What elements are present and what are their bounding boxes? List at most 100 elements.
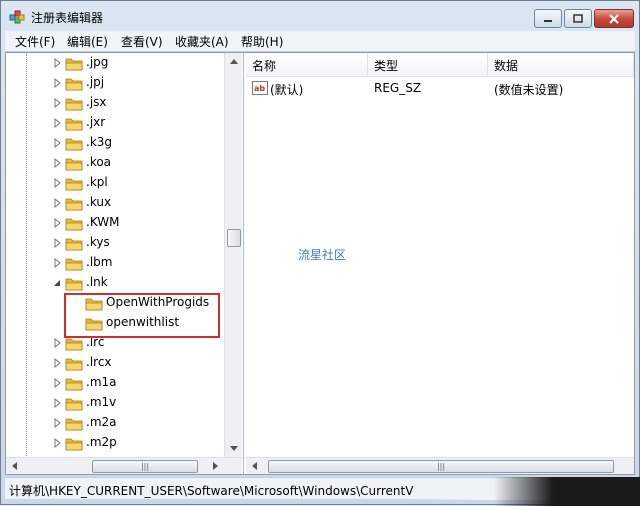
- window-title: 注册表编辑器: [31, 11, 104, 25]
- tree-item[interactable]: .m1v: [6, 393, 226, 413]
- tree-item[interactable]: .kux: [6, 193, 226, 213]
- collapsed-triangle-icon[interactable]: [53, 198, 61, 208]
- collapsed-triangle-icon[interactable]: [53, 98, 61, 108]
- string-value-icon-text: ab: [254, 84, 265, 93]
- collapsed-triangle-icon[interactable]: [53, 178, 61, 188]
- maximize-button[interactable]: [564, 9, 592, 28]
- tree-item-label: .jpj: [86, 75, 105, 89]
- tree-item[interactable]: .koa: [6, 153, 226, 173]
- collapsed-triangle-icon[interactable]: [53, 418, 61, 428]
- tree-item-label: .m2a: [86, 415, 117, 429]
- tree-item[interactable]: .jpg: [6, 53, 226, 73]
- folder-icon: [65, 278, 83, 291]
- tree-item[interactable]: .jxr: [6, 113, 226, 133]
- tree-item-label: .kys: [86, 235, 110, 249]
- folder-icon: [65, 378, 83, 391]
- collapsed-triangle-icon[interactable]: [53, 438, 61, 448]
- folder-icon: [65, 438, 83, 451]
- folder-icon: [65, 398, 83, 411]
- folder-icon: [65, 58, 83, 71]
- tree-item-label: .kux: [86, 195, 112, 209]
- collapsed-triangle-icon[interactable]: [53, 258, 61, 268]
- tree-item[interactable]: .jpj: [6, 73, 226, 93]
- tree-item-label: .jsx: [86, 95, 107, 109]
- menu-edit[interactable]: 编辑(E): [67, 33, 108, 50]
- close-icon: [609, 13, 619, 24]
- column-header-name[interactable]: 名称: [246, 53, 368, 77]
- collapsed-triangle-icon[interactable]: [53, 158, 61, 168]
- tree-item-label: .jpg: [86, 55, 109, 69]
- list-hscroll-thumb[interactable]: |||: [268, 460, 614, 473]
- folder-icon: [65, 138, 83, 151]
- collapsed-triangle-icon[interactable]: [53, 358, 61, 368]
- list-scroll-left-icon[interactable]: [252, 462, 257, 470]
- folder-icon: [65, 218, 83, 231]
- tree-item[interactable]: .jsx: [6, 93, 226, 113]
- scroll-up-icon[interactable]: [230, 59, 238, 64]
- main-content: .jpg .jpj .jsx .jxr .k3g .koa .kpl .kux .KWM .kys…: [5, 52, 635, 475]
- tree-item-label: .koa: [86, 155, 112, 169]
- tree-item[interactable]: .lnk: [6, 273, 226, 293]
- menu-help[interactable]: 帮助(H): [241, 33, 283, 50]
- collapsed-triangle-icon[interactable]: [53, 378, 61, 388]
- tree-item[interactable]: .m2p: [6, 433, 226, 453]
- status-path: 计算机\HKEY_CURRENT_USER\Software\Microsoft…: [9, 484, 414, 498]
- tree-vertical-scrollbar[interactable]: [224, 53, 242, 457]
- value-row-default[interactable]: ab (默认) REG_SZ (数值未设置): [246, 78, 634, 98]
- scroll-down-icon[interactable]: [230, 446, 238, 451]
- column-header-data[interactable]: 数据: [488, 53, 634, 77]
- minimize-icon: [544, 19, 552, 22]
- tree-item[interactable]: .lbm: [6, 253, 226, 273]
- tree-item[interactable]: .kpl: [6, 173, 226, 193]
- scroll-left-icon[interactable]: [12, 462, 17, 470]
- collapsed-triangle-icon[interactable]: [53, 238, 61, 248]
- close-button[interactable]: [594, 9, 634, 28]
- folder-icon: [65, 178, 83, 191]
- tree-item[interactable]: .m2a: [6, 413, 226, 433]
- value-type: REG_SZ: [374, 81, 422, 95]
- value-data: (数值未设置): [494, 83, 564, 97]
- folder-icon: [65, 158, 83, 171]
- registry-editor-window: 注册表编辑器 文件(F) 编辑(E) 查看(V) 收藏夹(A) 帮助(H) .j…: [0, 0, 640, 506]
- dark-corner-overlay: [494, 477, 640, 506]
- menu-view[interactable]: 查看(V): [121, 33, 163, 50]
- registry-editor-app-icon: [9, 10, 25, 24]
- tree-vscroll-thumb[interactable]: [227, 229, 241, 247]
- folder-icon: [65, 118, 83, 131]
- tree-item[interactable]: .lrcx: [6, 353, 226, 373]
- tree-item-label: .m1a: [86, 375, 117, 389]
- tree-item-label: .m1v: [86, 395, 117, 409]
- collapsed-triangle-icon[interactable]: [53, 218, 61, 228]
- collapsed-triangle-icon[interactable]: [53, 398, 61, 408]
- menu-bar: 文件(F) 编辑(E) 查看(V) 收藏夹(A) 帮助(H): [5, 31, 635, 52]
- collapsed-triangle-icon[interactable]: [53, 338, 61, 348]
- column-header-type[interactable]: 类型: [368, 53, 488, 77]
- folder-icon: [65, 78, 83, 91]
- tree-horizontal-scrollbar[interactable]: |||: [6, 457, 242, 474]
- collapsed-triangle-icon[interactable]: [53, 78, 61, 88]
- tree-item-label: .jxr: [86, 115, 106, 129]
- collapsed-triangle-icon[interactable]: [53, 58, 61, 68]
- tree-hscroll-thumb[interactable]: |||: [92, 460, 198, 473]
- tree-item-label: .m2p: [86, 435, 117, 449]
- menu-file[interactable]: 文件(F): [15, 33, 55, 50]
- scroll-right-icon[interactable]: [213, 462, 218, 470]
- title-bar[interactable]: 注册表编辑器: [1, 1, 639, 31]
- tree-item[interactable]: .KWM: [6, 213, 226, 233]
- list-horizontal-scrollbar[interactable]: |||: [246, 457, 634, 474]
- tree-item[interactable]: .m1a: [6, 373, 226, 393]
- minimize-button[interactable]: [534, 9, 562, 28]
- collapsed-triangle-icon[interactable]: [53, 118, 61, 128]
- watermark-text: 流星社区: [298, 248, 347, 262]
- tree-item-label: .KWM: [86, 215, 120, 229]
- collapsed-triangle-icon[interactable]: [53, 138, 61, 148]
- expanded-triangle-icon[interactable]: [53, 278, 61, 288]
- tree-item[interactable]: .kys: [6, 233, 226, 253]
- tree-item[interactable]: .k3g: [6, 133, 226, 153]
- highlight-annotation-box: [64, 293, 220, 338]
- folder-icon: [65, 358, 83, 371]
- folder-icon: [65, 198, 83, 211]
- menu-favorites[interactable]: 收藏夹(A): [175, 33, 229, 50]
- folder-icon: [65, 238, 83, 251]
- folder-icon: [65, 418, 83, 431]
